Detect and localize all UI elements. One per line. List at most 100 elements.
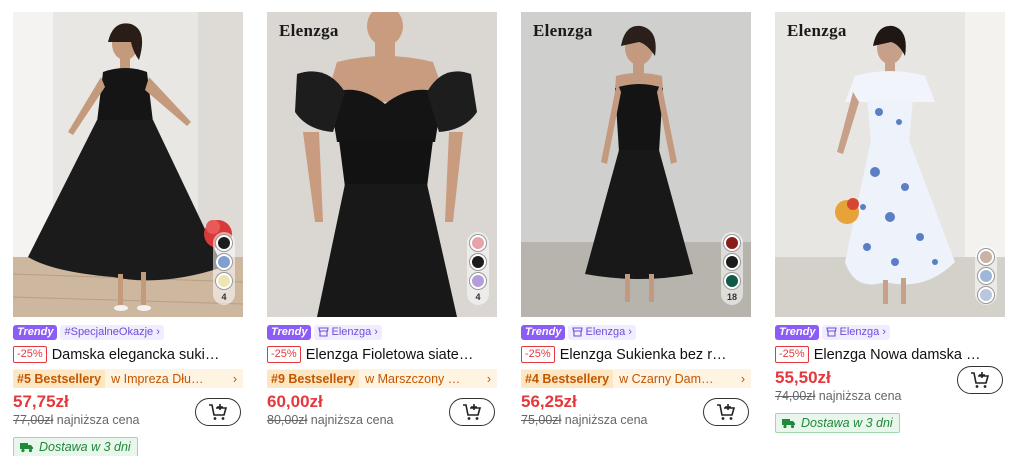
product-card[interactable]: Elenzga Trendy Elenzga › -25% Elenzga No… bbox=[775, 12, 1005, 434]
truck-icon bbox=[20, 442, 33, 452]
tag-text: Elenzga bbox=[839, 325, 880, 338]
product-card[interactable]: Elenzga 18 Trendy Elenzga › -25% Elenzga… bbox=[521, 12, 751, 432]
price-area: 55,50zł 74,00zł najniższa cena bbox=[775, 366, 1005, 408]
bestseller-badge: #5 Bestsellery bbox=[13, 369, 106, 388]
bestseller-row[interactable]: #9 Bestsellery w Marszczony … › bbox=[267, 369, 497, 388]
delivery-text: Dostawa w 3 dni bbox=[801, 416, 893, 430]
bestseller-category[interactable]: w Czarny Dam… bbox=[619, 372, 737, 386]
color-swatch[interactable] bbox=[470, 235, 486, 251]
tag-text: Elenzga bbox=[585, 325, 626, 338]
lowest-price-label: najniższa cena bbox=[310, 413, 394, 427]
color-swatch[interactable] bbox=[216, 235, 232, 251]
color-swatches[interactable] bbox=[975, 246, 997, 305]
color-swatches[interactable]: 4 bbox=[467, 232, 489, 305]
price-area: 60,00zł 80,00zł najniższa cena bbox=[267, 392, 497, 432]
chevron-right-icon: › bbox=[486, 371, 491, 386]
product-title[interactable]: Elenzga Fioletowa siate… bbox=[306, 347, 474, 363]
add-to-cart-icon bbox=[971, 372, 990, 388]
product-photo-illustration bbox=[13, 12, 243, 317]
color-swatch[interactable] bbox=[724, 235, 740, 251]
title-row[interactable]: -25% Damska elegancka suki… bbox=[13, 345, 243, 364]
add-to-cart-button[interactable] bbox=[449, 398, 495, 426]
title-row[interactable]: -25% Elenzga Sukienka bez r… bbox=[521, 345, 751, 364]
tag-row[interactable]: Trendy Elenzga › bbox=[267, 324, 497, 340]
delivery-badge: Dostawa w 3 dni bbox=[13, 437, 138, 456]
color-swatch[interactable] bbox=[978, 249, 994, 265]
chevron-right-icon: › bbox=[371, 325, 378, 338]
price-area: 56,25zł 75,00zł najniższa cena bbox=[521, 392, 751, 432]
discount-badge: -25% bbox=[267, 346, 301, 363]
chevron-right-icon: › bbox=[740, 371, 745, 386]
store-icon bbox=[826, 327, 838, 337]
color-swatch[interactable] bbox=[978, 268, 994, 284]
tag-label[interactable]: Elenzga › bbox=[568, 324, 636, 340]
add-to-cart-icon bbox=[209, 404, 228, 420]
more-colors-count[interactable]: 4 bbox=[475, 292, 480, 303]
bestseller-badge: #4 Bestsellery bbox=[521, 369, 614, 388]
product-photo-illustration bbox=[775, 12, 1005, 317]
bestseller-row[interactable]: #5 Bestsellery w Impreza Dłu… › bbox=[13, 369, 243, 388]
tag-row[interactable]: Trendy Elenzga › bbox=[775, 324, 1005, 340]
tag-label[interactable]: #SpecjalneOkazje › bbox=[60, 324, 164, 340]
color-swatch[interactable] bbox=[470, 254, 486, 270]
add-to-cart-button[interactable] bbox=[957, 366, 1003, 394]
product-image[interactable]: Elenzga bbox=[775, 12, 1005, 317]
delivery-badge: Dostawa w 3 dni bbox=[775, 413, 900, 433]
product-image[interactable]: Elenzga 18 bbox=[521, 12, 751, 317]
color-swatch[interactable] bbox=[724, 254, 740, 270]
chevron-right-icon: › bbox=[625, 325, 632, 338]
product-card[interactable]: Elenzga 4 Trendy Elenzga › -25% Elenzga … bbox=[267, 12, 497, 432]
color-swatch[interactable] bbox=[216, 273, 232, 289]
more-colors-count[interactable]: 18 bbox=[727, 292, 737, 303]
lowest-price-label: najniższa cena bbox=[56, 413, 140, 427]
store-icon bbox=[318, 327, 330, 337]
trendy-badge: Trendy bbox=[521, 324, 566, 340]
tag-text: #SpecjalneOkazje bbox=[64, 325, 154, 338]
chevron-right-icon: › bbox=[153, 325, 160, 338]
title-row[interactable]: -25% Elenzga Nowa damska … bbox=[775, 345, 1005, 364]
price-area: 57,75zł 77,00zł najniższa cena bbox=[13, 392, 243, 432]
old-price: 77,00zł bbox=[13, 413, 54, 427]
trendy-badge: Trendy bbox=[775, 324, 820, 340]
brand-watermark: Elenzga bbox=[279, 21, 339, 40]
tag-label[interactable]: Elenzga › bbox=[822, 324, 890, 340]
add-to-cart-icon bbox=[463, 404, 482, 420]
tag-row[interactable]: Trendy Elenzga › bbox=[521, 324, 751, 340]
bestseller-category[interactable]: w Impreza Dłu… bbox=[111, 372, 229, 386]
bestseller-category[interactable]: w Marszczony … bbox=[365, 372, 483, 386]
trendy-badge: Trendy bbox=[267, 324, 312, 340]
old-price: 75,00zł bbox=[521, 413, 562, 427]
add-to-cart-button[interactable] bbox=[703, 398, 749, 426]
color-swatch[interactable] bbox=[724, 273, 740, 289]
product-card[interactable]: 4 Trendy #SpecjalneOkazje › -25% Damska … bbox=[13, 12, 243, 456]
product-title[interactable]: Elenzga Sukienka bez r… bbox=[560, 347, 727, 363]
old-price: 74,00zł bbox=[775, 389, 816, 403]
product-photo-illustration bbox=[267, 12, 497, 317]
store-icon bbox=[572, 327, 584, 337]
color-swatch[interactable] bbox=[470, 273, 486, 289]
truck-icon bbox=[782, 418, 795, 428]
tag-label[interactable]: Elenzga › bbox=[314, 324, 382, 340]
lowest-price-label: najniższa cena bbox=[818, 389, 902, 403]
chevron-right-icon: › bbox=[232, 371, 237, 386]
color-swatches[interactable]: 18 bbox=[721, 232, 743, 305]
tag-row[interactable]: Trendy #SpecjalneOkazje › bbox=[13, 324, 243, 340]
delivery-text: Dostawa w 3 dni bbox=[39, 440, 131, 454]
product-title[interactable]: Damska elegancka suki… bbox=[52, 347, 220, 363]
product-title[interactable]: Elenzga Nowa damska … bbox=[814, 347, 981, 363]
add-to-cart-icon bbox=[717, 404, 736, 420]
title-row[interactable]: -25% Elenzga Fioletowa siate… bbox=[267, 345, 497, 364]
bestseller-row[interactable]: #4 Bestsellery w Czarny Dam… › bbox=[521, 369, 751, 388]
tag-text: Elenzga bbox=[331, 325, 372, 338]
bestseller-badge: #9 Bestsellery bbox=[267, 369, 360, 388]
color-swatches[interactable]: 4 bbox=[213, 232, 235, 305]
more-colors-count[interactable]: 4 bbox=[221, 292, 226, 303]
color-swatch[interactable] bbox=[978, 287, 994, 303]
product-image[interactable]: 4 bbox=[13, 12, 243, 317]
discount-badge: -25% bbox=[13, 346, 47, 363]
add-to-cart-button[interactable] bbox=[195, 398, 241, 426]
product-image[interactable]: Elenzga 4 bbox=[267, 12, 497, 317]
discount-badge: -25% bbox=[775, 346, 809, 363]
color-swatch[interactable] bbox=[216, 254, 232, 270]
trendy-badge: Trendy bbox=[13, 324, 58, 340]
